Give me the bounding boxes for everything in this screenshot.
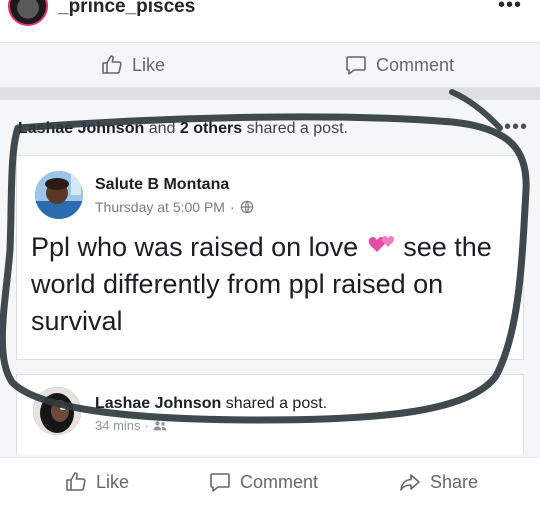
globe-icon	[240, 200, 253, 214]
ig-header: _prince_pisces •••	[0, 0, 540, 32]
like-label-bottom: Like	[96, 471, 130, 492]
second-author[interactable]: Lashae Johnson	[95, 395, 221, 412]
share-label: Share	[430, 471, 479, 492]
shared-others[interactable]: 2 others	[180, 120, 242, 137]
like-button[interactable]: Like	[100, 53, 165, 77]
second-shared-post: Lashae Johnson shared a post. 34 mins ·	[16, 374, 524, 454]
author-avatar[interactable]	[35, 171, 83, 219]
second-time[interactable]: 34 mins	[95, 418, 141, 433]
comment-label: Comment	[376, 54, 455, 75]
second-post-meta: 34 mins ·	[95, 418, 167, 433]
post-text-before: Ppl who was raised on love	[31, 232, 359, 262]
second-author-avatar[interactable]	[33, 387, 81, 435]
second-avatar-image	[33, 387, 81, 435]
comment-button[interactable]: Comment	[344, 53, 454, 77]
shared-by-line: Lashae Johnson and 2 others shared a pos…	[18, 120, 348, 138]
shared-action: shared a post.	[246, 120, 348, 137]
feed-separator	[0, 88, 540, 100]
friends-icon	[153, 420, 167, 430]
comment-icon	[210, 473, 230, 492]
avatar-image	[35, 171, 83, 219]
comment-label-bottom: Comment	[240, 471, 319, 492]
ig-avatar[interactable]	[8, 0, 48, 26]
post-text: Ppl who was raised on love see the world…	[31, 229, 511, 340]
meta-separator: ·	[229, 199, 235, 215]
comment-button-bottom[interactable]: Comment	[208, 470, 318, 494]
post-meta: Thursday at 5:00 PM ·	[95, 199, 254, 215]
post-options-icon[interactable]: •••	[504, 116, 528, 139]
thumbs-up-icon	[102, 55, 122, 74]
two-hearts-emoji	[368, 236, 394, 252]
comment-icon	[346, 56, 366, 75]
ig-username[interactable]: _prince_pisces	[58, 0, 195, 18]
like-label: Like	[132, 54, 166, 75]
thumbs-up-icon	[66, 472, 86, 491]
shared-post-area: Lashae Johnson and 2 others shared a pos…	[0, 100, 540, 509]
original-post-card: Salute B Montana Thursday at 5:00 PM · P…	[16, 155, 524, 360]
bottom-action-bar: Like Comment Share	[0, 457, 540, 509]
top-action-bar: Like Comment	[0, 42, 540, 88]
second-action: shared a post.	[225, 395, 328, 412]
second-separator: ·	[144, 418, 149, 433]
like-button-bottom[interactable]: Like	[64, 470, 129, 494]
post-author[interactable]: Salute B Montana	[95, 176, 229, 194]
share-icon	[400, 474, 420, 491]
shared-connector: and	[148, 120, 176, 137]
sharer-name[interactable]: Lashae Johnson	[18, 120, 144, 137]
more-horizontal-icon[interactable]: •••	[498, 0, 522, 17]
second-post-line: Lashae Johnson shared a post.	[95, 395, 327, 413]
post-timestamp[interactable]: Thursday at 5:00 PM	[95, 199, 225, 215]
share-button[interactable]: Share	[398, 470, 478, 494]
